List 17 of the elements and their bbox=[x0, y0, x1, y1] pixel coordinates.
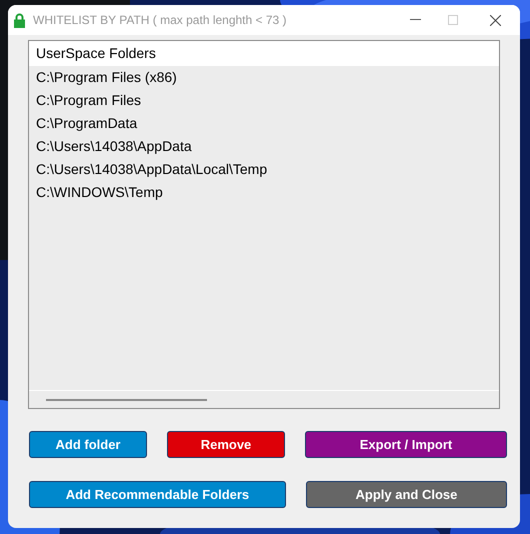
list-item[interactable]: C:\ProgramData bbox=[29, 112, 499, 135]
action-button[interactable]: Apply and Close bbox=[306, 481, 507, 508]
action-button[interactable]: Remove bbox=[167, 431, 285, 458]
window-title: WHITELIST BY PATH ( max path lenghth < 73 ) bbox=[33, 12, 287, 29]
list-item[interactable]: C:\Users\14038\AppData bbox=[29, 135, 499, 158]
list-item[interactable]: C:\Program Files (x86) bbox=[29, 66, 499, 89]
scrollbar-thumb[interactable] bbox=[46, 398, 207, 400]
minimize-icon[interactable] bbox=[410, 19, 421, 21]
list-item[interactable]: C:\Users\14038\AppData\Local\Temp bbox=[29, 158, 499, 181]
close-icon[interactable] bbox=[490, 14, 501, 26]
action-button[interactable]: Add folder bbox=[29, 431, 147, 458]
padlock-icon bbox=[14, 12, 25, 28]
list-item[interactable]: C:\WINDOWS\Temp bbox=[29, 181, 499, 204]
list-item[interactable]: C:\Program Files bbox=[29, 89, 499, 112]
column-header: UserSpace Folders bbox=[36, 44, 156, 63]
action-button[interactable]: Export / Import bbox=[305, 431, 507, 458]
action-button[interactable]: Add Recommendable Folders bbox=[29, 481, 286, 508]
